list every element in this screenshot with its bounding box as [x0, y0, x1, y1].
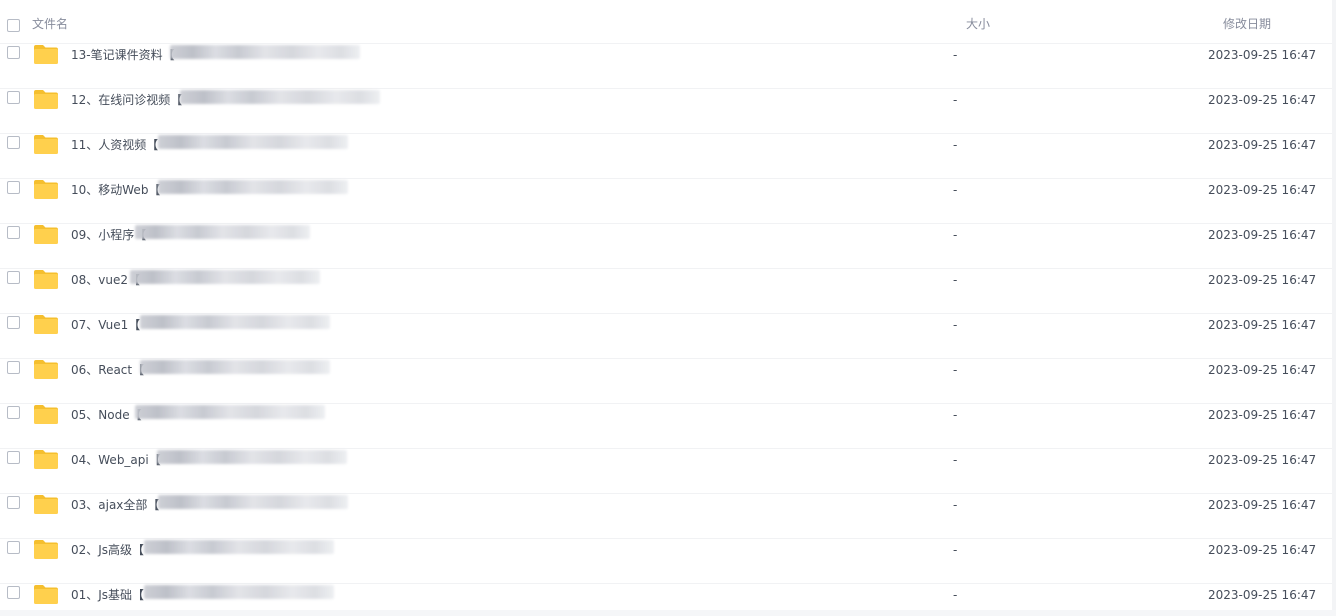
file-row[interactable]: 08、vue2【 -2023-09-25 16:47 — [0, 269, 1332, 314]
row-checkbox[interactable] — [7, 316, 20, 329]
file-row[interactable]: 05、Node【 - 2023-09-25 16:47 — [0, 404, 1332, 449]
redacted-text — [158, 495, 348, 509]
file-name[interactable]: 04、Web_api【 — [71, 452, 161, 468]
file-modified-date: 2023-09-25 16:47 — [1208, 498, 1317, 512]
file-modified-date: 2023-09-25 16:47 — [1208, 228, 1317, 242]
file-size: - — [953, 363, 958, 377]
file-list-header: 文件名 大小 修改日期 — [0, 0, 1332, 44]
redacted-text — [144, 585, 334, 599]
redacted-text — [144, 540, 334, 554]
folder-icon — [34, 180, 58, 199]
file-size: - — [953, 318, 958, 332]
file-size: - — [953, 93, 958, 107]
folder-icon — [34, 360, 58, 379]
row-checkbox[interactable] — [7, 136, 20, 149]
redacted-text — [130, 270, 320, 284]
file-name[interactable]: 13-笔记课件资料【 — [71, 47, 175, 63]
file-row[interactable]: 04、Web_api【 - 2023-09-25 16:47 — [0, 449, 1332, 494]
folder-icon — [34, 225, 58, 244]
folder-icon — [34, 405, 58, 424]
folder-icon — [34, 270, 58, 289]
file-row[interactable]: 13-笔记课件资料【 - 2023-09-25 16:47 — [0, 44, 1332, 89]
file-modified-date: 2023-09-25 16:47 — [1208, 363, 1317, 377]
file-modified-date: 2023-09-25 16:47 — [1208, 183, 1317, 197]
redacted-text — [140, 360, 330, 374]
file-size: - — [953, 228, 958, 242]
redacted-text — [158, 180, 348, 194]
redacted-text — [140, 315, 330, 329]
file-size: - — [953, 48, 958, 62]
file-name[interactable]: 11、人资视频【 — [71, 137, 158, 153]
row-checkbox[interactable] — [7, 361, 20, 374]
file-name[interactable]: 03、ajax全部【 — [71, 497, 159, 513]
folder-icon — [34, 45, 58, 64]
scrollbar[interactable] — [1332, 0, 1336, 616]
file-modified-date: 2023-09-25 16:47 — [1208, 138, 1317, 152]
folder-icon — [34, 450, 58, 469]
file-list: 文件名 大小 修改日期 13-笔记课件资料【 -2023-09-25 16:47 1… — [0, 0, 1336, 616]
file-modified-date: 2023-09-25 16:47 — [1208, 48, 1317, 62]
file-row[interactable]: 10、移动Web【 - 2023-09-25 16:47 — [0, 179, 1332, 224]
redacted-text — [170, 45, 360, 59]
folder-icon — [34, 315, 58, 334]
file-name[interactable]: 05、Node【 — [71, 407, 142, 423]
row-checkbox[interactable] — [7, 406, 20, 419]
file-size: - — [953, 183, 958, 197]
row-checkbox[interactable] — [7, 586, 20, 599]
row-checkbox[interactable] — [7, 496, 20, 509]
folder-icon — [34, 495, 58, 514]
file-row[interactable]: 03、ajax全部【 - 2023-09-25 16:47 — [0, 494, 1332, 539]
column-header-name[interactable]: 文件名 — [32, 0, 68, 43]
file-modified-date: 2023-09-25 16:47 — [1208, 543, 1317, 557]
file-size: - — [953, 453, 958, 467]
file-modified-date: 2023-09-25 16:47 — [1208, 318, 1317, 332]
column-header-date[interactable]: 修改日期 — [1223, 0, 1271, 43]
row-checkbox[interactable] — [7, 541, 20, 554]
folder-icon — [34, 90, 58, 109]
file-modified-date: 2023-09-25 16:47 — [1208, 408, 1317, 422]
file-size: - — [953, 273, 958, 287]
file-row[interactable]: 02、Js高级【 - 2023-09-25 16:47 — [0, 539, 1332, 584]
redacted-text — [180, 90, 380, 104]
file-size: - — [953, 408, 958, 422]
redacted-text — [157, 450, 347, 464]
file-row[interactable]: 11、人资视频【 - 2023-09-25 16:47 — [0, 134, 1332, 179]
folder-icon — [34, 135, 58, 154]
file-name[interactable]: 02、Js高级【 — [71, 542, 144, 558]
file-rows: 13-笔记课件资料【 - 2023-09-25 16:47 12、在线问诊视频【 - 20… — [0, 0, 1332, 616]
row-checkbox[interactable] — [7, 271, 20, 284]
file-row[interactable]: 07、Vue1【 - 2023-09-25 16:47 — [0, 314, 1332, 359]
redacted-text — [135, 225, 310, 239]
row-checkbox[interactable] — [7, 226, 20, 239]
file-size: - — [953, 543, 958, 557]
file-row[interactable]: 06、React【 - 2023-09-25 16:47 — [0, 359, 1332, 404]
file-modified-date: 2023-09-25 16:47 — [1208, 93, 1317, 107]
file-row[interactable]: 12、在线问诊视频【 - 2023-09-25 16:47 — [0, 89, 1332, 134]
file-modified-date: 2023-09-25 16:47 — [1208, 453, 1317, 467]
redacted-text — [135, 405, 325, 419]
file-size: - — [953, 138, 958, 152]
folder-icon — [34, 585, 58, 604]
row-checkbox[interactable] — [7, 91, 20, 104]
row-checkbox[interactable] — [7, 46, 20, 59]
row-checkbox[interactable] — [7, 451, 20, 464]
file-modified-date: 2023-09-25 16:47 — [1208, 273, 1317, 287]
file-row[interactable]: 09、小程序【 -2023-09-25 16:47 — [0, 224, 1332, 269]
file-size: - — [953, 498, 958, 512]
bottom-bar — [0, 610, 1336, 616]
row-checkbox[interactable] — [7, 181, 20, 194]
file-name[interactable]: 10、移动Web【 — [71, 182, 160, 198]
column-header-size[interactable]: 大小 — [966, 0, 990, 43]
file-name[interactable]: 12、在线问诊视频【 — [71, 92, 182, 108]
file-name[interactable]: 07、Vue1【 — [71, 317, 140, 333]
file-modified-date: 2023-09-25 16:47 — [1208, 588, 1317, 602]
file-name[interactable]: 01、Js基础【 — [71, 587, 144, 603]
folder-icon — [34, 540, 58, 559]
redacted-text — [158, 135, 348, 149]
file-name[interactable]: 06、React【 — [71, 362, 144, 378]
file-size: - — [953, 588, 958, 602]
